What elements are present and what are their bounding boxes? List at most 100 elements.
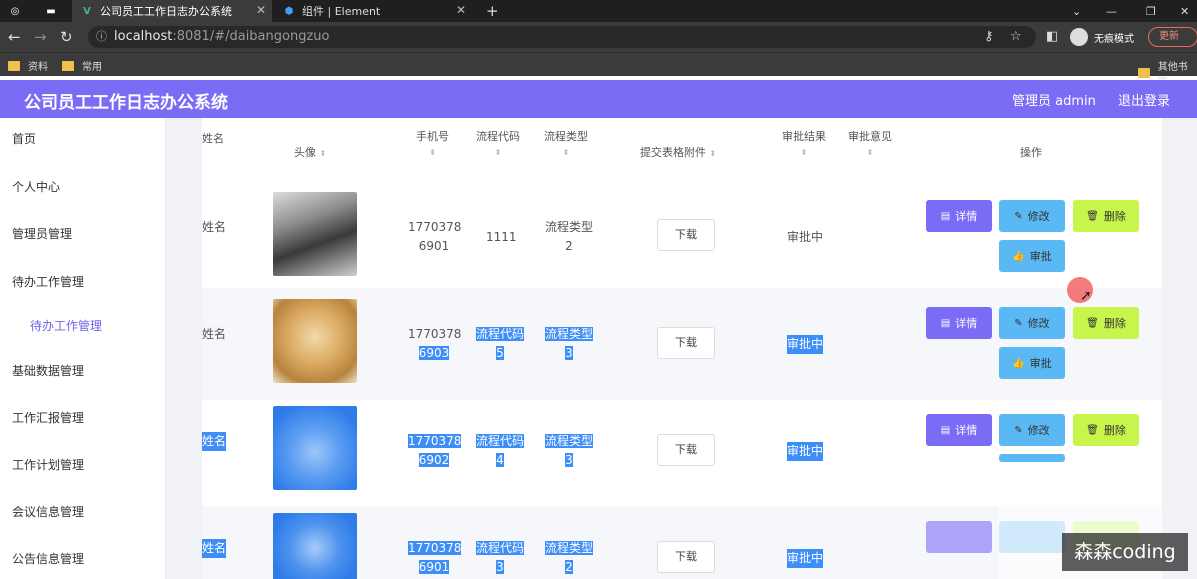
sort-icon[interactable]: ⬍ <box>320 149 327 158</box>
sidebar-item-notice[interactable]: 公告信息管理 <box>12 550 84 567</box>
trash-icon: 🗑 <box>1086 424 1099 436</box>
delete-button[interactable]: 🗑 删除 <box>1073 307 1139 339</box>
restore-icon[interactable]: ❐ <box>1138 0 1162 22</box>
detail-button[interactable] <box>926 521 992 553</box>
chevron-down-icon[interactable]: ⌄ <box>1064 0 1088 22</box>
column-header-code[interactable]: 流程代码 ⬍ <box>476 128 520 157</box>
download-button[interactable]: 下载 <box>657 434 715 466</box>
bookmark-folder[interactable]: 资料 <box>8 58 48 73</box>
review-button[interactable] <box>999 454 1065 462</box>
minimize-icon[interactable]: — <box>1098 0 1122 22</box>
window-close-icon[interactable]: ✕ <box>1172 0 1196 22</box>
type-part: 2 <box>565 560 573 574</box>
cell-name: 姓名 <box>202 327 227 341</box>
sidebar-item-admin[interactable]: 管理员管理 <box>12 225 72 242</box>
cell-phone: 1770378 6902 <box>408 432 462 470</box>
column-header-name[interactable]: 姓名 <box>202 130 224 146</box>
star-icon[interactable]: ☆ <box>1010 26 1022 48</box>
detail-button[interactable]: ▤ 详情 <box>926 414 992 446</box>
code-part: 流程代码 <box>476 327 525 341</box>
column-header-type[interactable]: 流程类型 ⬍ <box>544 128 588 157</box>
sort-icon[interactable]: ⬍ <box>710 149 717 158</box>
column-header-attachment[interactable]: 提交表格附件 ⬍ <box>640 144 716 160</box>
sidebar-item-profile[interactable]: 个人中心 <box>12 178 60 195</box>
document-icon: ▤ <box>940 210 951 222</box>
phone-part: 1770378 <box>408 220 462 234</box>
detail-button[interactable]: ▤ 详情 <box>926 307 992 339</box>
tab-pinned-1[interactable]: ◎ <box>0 0 36 22</box>
column-header-avatar[interactable]: 头像 ⬍ <box>294 144 326 160</box>
sort-icon[interactable]: ⬍ <box>476 148 520 157</box>
download-button[interactable]: 下载 <box>657 327 715 359</box>
delete-label: 删除 <box>1103 424 1126 437</box>
tab-app[interactable]: V 公司员工工作日志办公系统 ✕ <box>72 0 272 22</box>
edit-button[interactable]: ✎ 修改 <box>999 200 1065 232</box>
column-header-phone[interactable]: 手机号 ⬍ <box>416 128 449 157</box>
sidebar-panel-icon[interactable]: ◧ <box>1046 28 1058 46</box>
delete-label: 删除 <box>1103 317 1126 330</box>
sidebar-item-todo[interactable]: 待办工作管理 <box>12 273 84 290</box>
sort-icon[interactable]: ⬍ <box>782 148 826 157</box>
detail-button[interactable]: ▤ 详情 <box>926 200 992 232</box>
logout-button[interactable]: 退出登录 <box>1118 90 1170 109</box>
page-icon: ▬ <box>46 5 56 17</box>
phone-part: 6901 <box>418 560 450 574</box>
cell-result: 审批中 <box>787 442 824 461</box>
avatar-image <box>273 406 357 490</box>
detail-label: 详情 <box>955 317 978 330</box>
sidebar-item-plan[interactable]: 工作计划管理 <box>12 456 84 473</box>
url-input[interactable]: ⓘ localhost:8081/#/daibangongzuo ⚷ ☆ <box>88 26 1036 48</box>
reload-icon[interactable]: ↻ <box>60 28 73 46</box>
delete-button[interactable]: 🗑 删除 <box>1073 414 1139 446</box>
cell-type: 流程类型 2 <box>544 218 594 256</box>
incognito-label: 无痕模式 <box>1094 34 1134 45</box>
sidebar-subitem-todo[interactable]: 待办工作管理 <box>30 317 102 334</box>
sort-icon[interactable]: ⬍ <box>544 148 588 157</box>
tab-pinned-2[interactable]: ▬ <box>36 0 66 22</box>
sidebar-item-home[interactable]: 首页 <box>12 130 36 147</box>
folder-icon <box>62 60 74 71</box>
cell-name: 姓名 <box>202 220 227 234</box>
sidebar: 首页 个人中心 管理员管理 待办工作管理 待办工作管理 基础数据管理 工作汇报管… <box>0 118 166 579</box>
edit-button[interactable]: ✎ 修改 <box>999 414 1065 446</box>
cell-phone: 1770378 6901 <box>408 539 462 577</box>
forward-icon[interactable]: → <box>34 28 47 46</box>
mouse-cursor-icon: ➚ <box>1080 288 1092 304</box>
document-icon: ▤ <box>940 424 951 436</box>
info-icon[interactable]: ⓘ <box>96 26 107 48</box>
type-part: 流程类型 <box>544 327 593 341</box>
column-header-label: 审批结果 <box>782 130 826 143</box>
cell-type: 流程类型 3 <box>544 325 594 363</box>
browser-tab-bar: ◎ ▬ V 公司员工工作日志办公系统 ✕ ⬢ 组件 | Element ✕ + … <box>0 0 1197 22</box>
address-bar: ← → ↻ ⓘ localhost:8081/#/daibangongzuo ⚷… <box>0 22 1197 52</box>
incognito-icon <box>1070 28 1088 46</box>
folder-icon <box>8 60 20 71</box>
close-icon[interactable]: ✕ <box>256 3 266 17</box>
close-icon[interactable]: ✕ <box>456 3 466 17</box>
sort-icon[interactable]: ⬍ <box>416 148 449 157</box>
vue-logo-icon: V <box>83 5 91 17</box>
sidebar-item-basedata[interactable]: 基础数据管理 <box>12 362 84 379</box>
download-button[interactable]: 下载 <box>657 219 715 251</box>
sort-icon[interactable]: ⬍ <box>848 148 892 157</box>
new-tab-button[interactable]: + <box>478 0 502 22</box>
review-button[interactable]: 👍 审批 <box>999 240 1065 272</box>
review-button[interactable]: 👍 审批 <box>999 347 1065 379</box>
code-part: 3 <box>496 560 504 574</box>
key-icon[interactable]: ⚷ <box>984 26 994 48</box>
phone-part: 6903 <box>418 346 450 360</box>
phone-part: 1770378 <box>408 434 462 448</box>
cell-name: 姓名 <box>202 539 227 558</box>
sidebar-item-report[interactable]: 工作汇报管理 <box>12 409 84 426</box>
sidebar-item-meeting[interactable]: 会议信息管理 <box>12 503 84 520</box>
data-table: 姓名 头像 ⬍ 手机号 ⬍ 流程代码 ⬍ 流程类型 ⬍ 提交表格附件 ⬍ 审批结果 ⬍ … <box>202 118 1162 579</box>
back-icon[interactable]: ← <box>8 28 21 46</box>
download-button[interactable]: 下载 <box>657 541 715 573</box>
column-header-result[interactable]: 审批结果 ⬍ <box>782 128 826 157</box>
bookmark-folder[interactable]: 常用 <box>62 58 102 73</box>
tab-element[interactable]: ⬢ 组件 | Element ✕ <box>274 0 472 22</box>
edit-button[interactable]: ✎ 修改 <box>999 307 1065 339</box>
delete-button[interactable]: 🗑 删除 <box>1073 200 1139 232</box>
update-button[interactable]: 更新 <box>1148 27 1197 47</box>
column-header-opinion[interactable]: 审批意见 ⬍ <box>848 128 892 157</box>
